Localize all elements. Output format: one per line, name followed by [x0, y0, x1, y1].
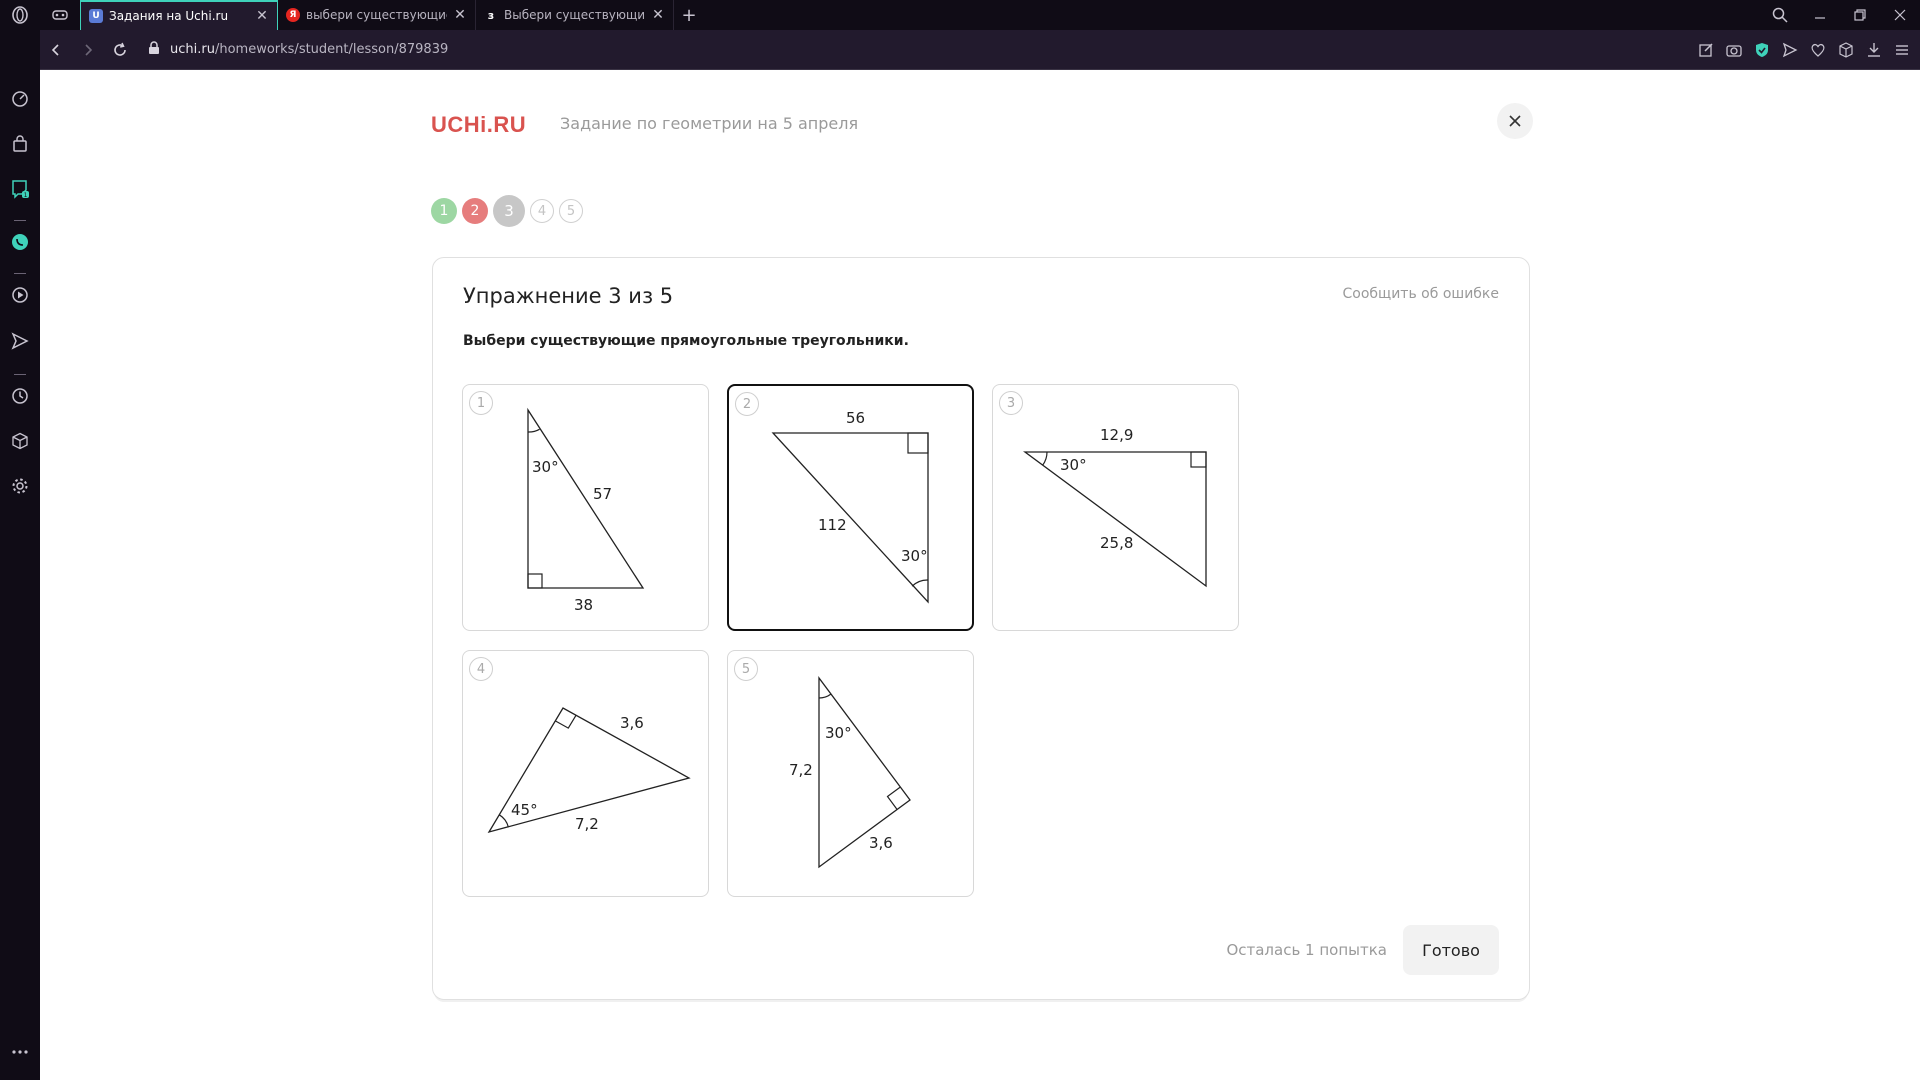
option-number: 2: [735, 392, 759, 416]
tab-title: Задания на Uchi.ru: [109, 9, 229, 23]
camera-icon[interactable]: [1724, 40, 1744, 60]
exercise-title: Упражнение 3 из 5: [463, 284, 674, 308]
yandex-favicon-icon: Я: [286, 8, 300, 22]
lesson-title: Задание по геометрии на 5 апреля: [560, 114, 859, 133]
vpn-shield-icon[interactable]: [1752, 40, 1772, 60]
restore-icon[interactable]: [1840, 0, 1880, 30]
forward-button[interactable]: [72, 34, 104, 66]
url-host: uchi.ru: [170, 42, 215, 57]
tab-close-icon[interactable]: ✕: [453, 7, 467, 23]
side-label: 57: [593, 485, 612, 503]
triangle-option-5[interactable]: 30° 7,2 3,6 5: [727, 650, 974, 897]
tab-title: Выбери существующие пр: [504, 8, 645, 22]
lock-icon: [148, 40, 160, 59]
download-icon[interactable]: [1864, 40, 1884, 60]
tab-search-result[interactable]: з Выбери существующие пр ✕: [476, 0, 674, 30]
player-icon[interactable]: [8, 283, 32, 307]
cube-icon[interactable]: [1836, 40, 1856, 60]
side-label: 7,2: [575, 815, 599, 833]
speed-dial-icon[interactable]: [8, 87, 32, 111]
option-number: 3: [999, 391, 1023, 415]
step-2[interactable]: 2: [462, 198, 488, 224]
back-button[interactable]: [40, 34, 72, 66]
step-4[interactable]: 4: [530, 199, 554, 223]
triangle-1-figure: 30° 57 38: [527, 407, 645, 614]
attempts-remaining: Осталась 1 попытка: [1226, 941, 1387, 959]
more-icon[interactable]: [8, 1040, 32, 1064]
option-number: 4: [469, 657, 493, 681]
edit-icon[interactable]: [1696, 40, 1716, 60]
close-icon: [1509, 115, 1521, 127]
triangle-option-4[interactable]: 3,6 45° 7,2 4: [462, 650, 709, 897]
browser-sidebar: 1: [0, 30, 40, 1080]
browser-tab-bar: U Задания на Uchi.ru ✕ Я выбери существу…: [0, 0, 1920, 30]
new-tab-button[interactable]: +: [674, 0, 704, 30]
angle-label: 30°: [901, 547, 928, 565]
reload-button[interactable]: [104, 34, 136, 66]
side-label: 3,6: [620, 714, 644, 732]
twitch-icon[interactable]: 1: [8, 177, 32, 201]
option-number: 1: [469, 391, 493, 415]
side-label: 56: [846, 409, 865, 427]
flow-send-icon[interactable]: [8, 329, 32, 353]
side-label: 38: [574, 596, 593, 614]
tab-search-icon[interactable]: [1760, 0, 1800, 30]
option-number: 5: [734, 657, 758, 681]
exercise-instruction: Выбери существующие прямоугольные треуго…: [463, 333, 909, 349]
url-path: /homeworks/student/lesson/879839: [214, 42, 449, 57]
uchi-favicon-icon: U: [89, 9, 103, 23]
side-label: 12,9: [1100, 426, 1133, 444]
triangle-5-figure: 30° 7,2 3,6: [789, 676, 911, 869]
send-icon[interactable]: [1780, 40, 1800, 60]
side-label: 7,2: [789, 761, 813, 779]
settings-gear-icon[interactable]: [8, 474, 32, 498]
shopping-bag-icon[interactable]: [8, 132, 32, 156]
exercise-card: Упражнение 3 из 5 Сообщить об ошибке Выб…: [432, 257, 1530, 1000]
window-close-icon[interactable]: [1880, 0, 1920, 30]
tab-yandex-search[interactable]: Я выбери существующие пр ✕: [278, 0, 476, 30]
twitch-badge: 1: [24, 192, 28, 199]
uchi-logo[interactable]: UCHi.RU: [431, 112, 526, 138]
triangle-2-figure: 56 112 30°: [771, 409, 929, 604]
triangle-option-3[interactable]: 12,9 30° 25,8 3: [992, 384, 1239, 631]
tab-uchi[interactable]: U Задания на Uchi.ru ✕: [80, 0, 278, 30]
workspaces-icon[interactable]: [40, 0, 80, 30]
angle-label: 45°: [511, 801, 538, 819]
angle-label: 30°: [1060, 456, 1087, 474]
opera-logo-icon[interactable]: [0, 0, 40, 30]
triangle-4-figure: 3,6 45° 7,2: [487, 707, 691, 834]
url-field[interactable]: uchi.ru/homeworks/student/lesson/879839: [148, 40, 1696, 59]
step-3[interactable]: 3: [493, 195, 525, 227]
step-5[interactable]: 5: [559, 199, 583, 223]
exercise-progress: 1 2 3 4 5: [431, 195, 583, 227]
site-favicon-icon: з: [487, 8, 495, 22]
side-label: 25,8: [1100, 534, 1133, 552]
history-icon[interactable]: [8, 384, 32, 408]
submit-button[interactable]: Готово: [1403, 925, 1499, 975]
tab-close-icon[interactable]: ✕: [255, 8, 269, 24]
angle-label: 30°: [532, 458, 559, 476]
side-label: 3,6: [869, 834, 893, 852]
close-lesson-button[interactable]: [1497, 103, 1533, 139]
heart-icon[interactable]: [1808, 40, 1828, 60]
address-bar: uchi.ru/homeworks/student/lesson/879839: [40, 30, 1920, 70]
triangle-option-2[interactable]: 56 112 30° 2: [727, 384, 974, 631]
report-error-link[interactable]: Сообщить об ошибке: [1342, 286, 1499, 302]
side-label: 112: [818, 516, 847, 534]
step-1[interactable]: 1: [431, 198, 457, 224]
angle-label: 30°: [825, 724, 852, 742]
menu-icon[interactable]: [1892, 40, 1912, 60]
extensions-cube-icon[interactable]: [8, 429, 32, 453]
page-content: UCHi.RU Задание по геометрии на 5 апреля…: [40, 70, 1920, 1080]
tab-title: выбери существующие пр: [306, 8, 447, 22]
whatsapp-icon[interactable]: [8, 230, 32, 254]
triangle-option-1[interactable]: 30° 57 38 1: [462, 384, 709, 631]
tab-close-icon[interactable]: ✕: [651, 7, 665, 23]
minimize-icon[interactable]: [1800, 0, 1840, 30]
triangle-3-figure: 12,9 30° 25,8: [1023, 426, 1207, 588]
